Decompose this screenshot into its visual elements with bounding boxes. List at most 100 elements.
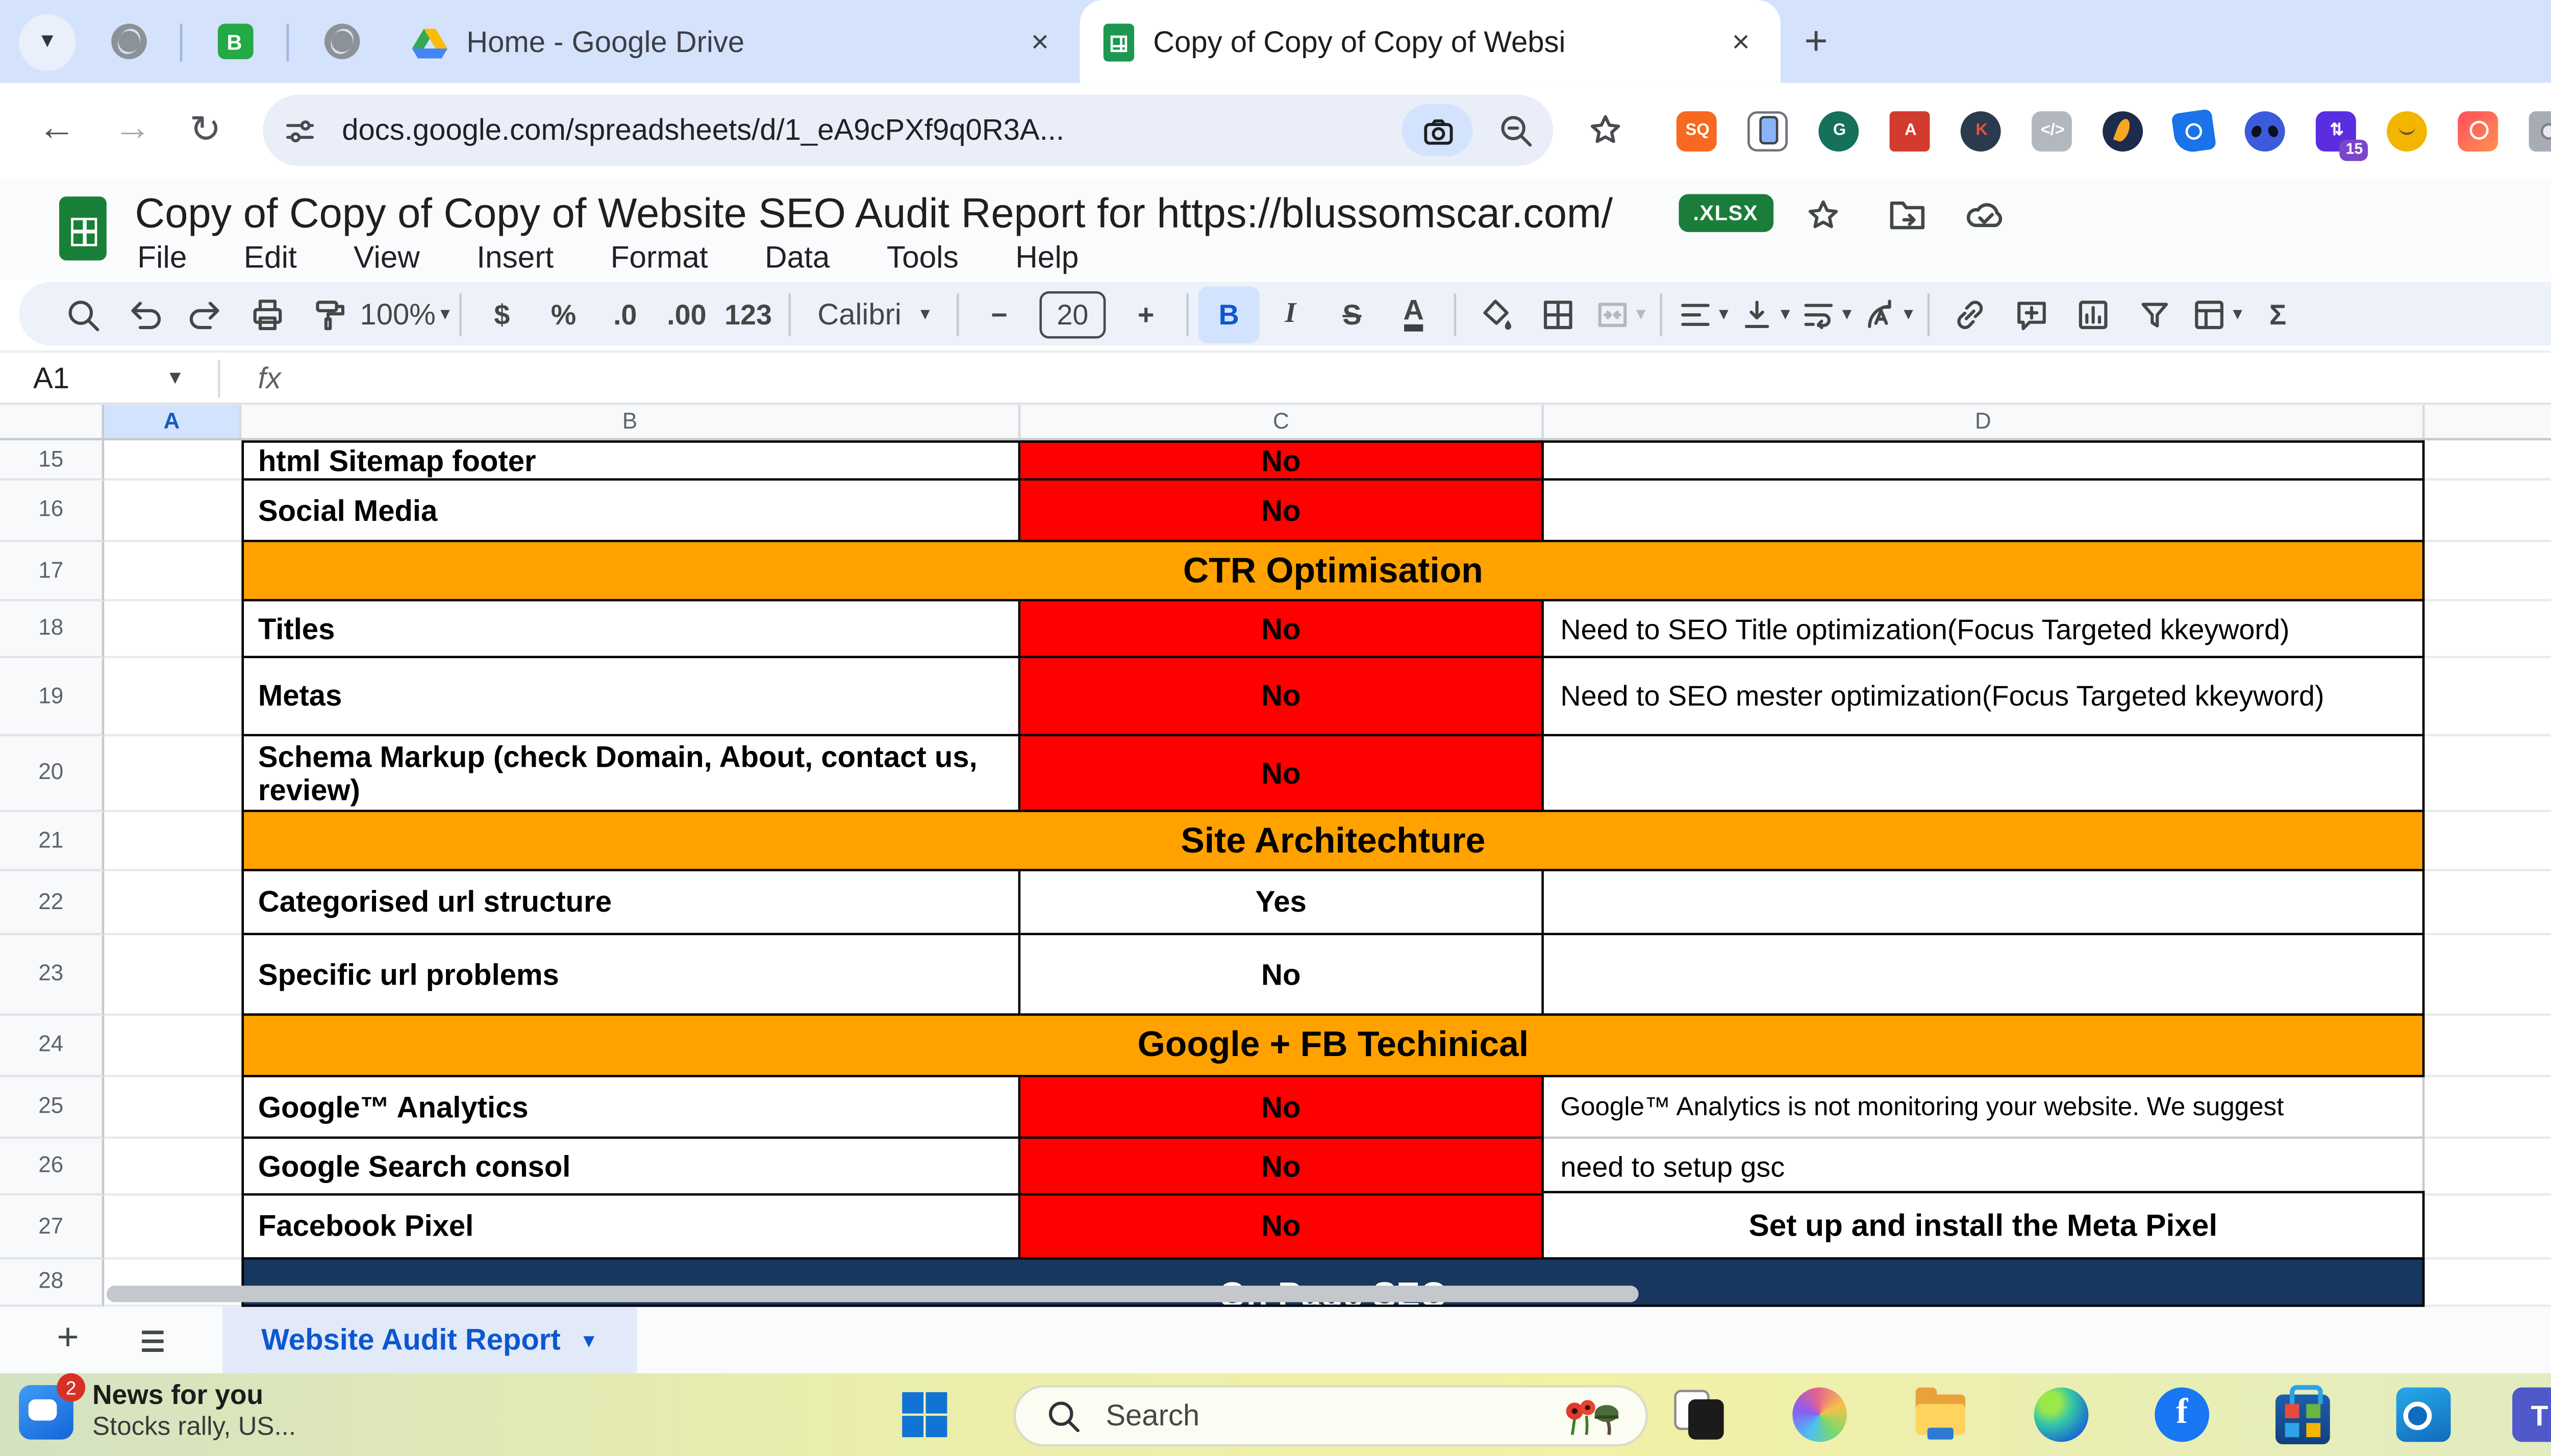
cell-D16[interactable] [1544, 481, 2424, 542]
column-header-B[interactable]: B [241, 405, 1020, 438]
taskbar-icon-microsoft-store[interactable] [2271, 1383, 2335, 1446]
increase-font-size-button[interactable]: + [1115, 285, 1177, 342]
extension-navy-swirl-icon[interactable] [2104, 110, 2144, 150]
cell-E18[interactable] [2424, 601, 2551, 658]
cell-A15[interactable] [104, 440, 241, 481]
section-banner-17[interactable]: CTR Optimisation [241, 542, 2424, 601]
tab-close-icon[interactable]: × [1725, 23, 1757, 59]
cell-B19[interactable]: Metas [241, 658, 1020, 736]
cell-A17[interactable] [104, 542, 241, 601]
menu-format[interactable]: Format [611, 239, 708, 275]
cell-C20[interactable]: No [1020, 736, 1544, 812]
format-percent-button[interactable]: % [533, 285, 594, 342]
cell-E24[interactable] [2424, 1016, 2551, 1077]
borders-button[interactable] [1527, 285, 1589, 342]
row-header-23[interactable]: 23 [0, 935, 104, 1016]
lens-button[interactable] [1403, 104, 1473, 156]
cell-A26[interactable] [104, 1139, 241, 1195]
bold-button[interactable]: B [1198, 285, 1260, 342]
browser-tab-spreadsheet[interactable]: Copy of Copy of Copy of Websi × [1080, 0, 1781, 83]
column-header-A[interactable]: A [104, 405, 241, 438]
cell-B18[interactable]: Titles [241, 601, 1020, 658]
cell-E25[interactable] [2424, 1077, 2551, 1139]
row-header-22[interactable]: 22 [0, 871, 104, 935]
tab-search-button[interactable]: ▾ [19, 13, 76, 70]
menu-view[interactable]: View [354, 239, 420, 275]
cell-C19[interactable]: No [1020, 658, 1544, 736]
row-header-16[interactable]: 16 [0, 481, 104, 542]
cell-C16[interactable]: No [1020, 481, 1544, 542]
menu-help[interactable]: Help [1015, 239, 1079, 275]
taskbar-icon-copilot[interactable] [1788, 1383, 1852, 1446]
widgets-button[interactable]: 2 News for you Stocks rally, US... [19, 1380, 296, 1444]
insert-chart-button[interactable] [2062, 285, 2124, 342]
cell-C26[interactable]: No [1020, 1139, 1544, 1195]
insert-link-button[interactable] [1939, 285, 2001, 342]
extension-alien-icon[interactable] [2246, 110, 2286, 150]
add-sheet-button[interactable]: + [57, 1319, 79, 1362]
row-header-27[interactable]: 27 [0, 1196, 104, 1260]
sheet-tab-menu-icon[interactable]: ▼ [580, 1329, 598, 1351]
cell-B22[interactable]: Categorised url structure [241, 871, 1020, 935]
row-header-21[interactable]: 21 [0, 812, 104, 871]
row-header-26[interactable]: 26 [0, 1139, 104, 1195]
undo-button[interactable] [114, 285, 176, 342]
extension-grey-camera-icon[interactable] [2530, 110, 2551, 150]
vertical-align-button[interactable]: ▾ [1733, 285, 1795, 342]
name-box-dropdown-icon[interactable]: ▼ [166, 367, 185, 388]
pinned-tab-globe-icon[interactable] [109, 22, 146, 60]
menu-file[interactable]: File [137, 239, 187, 275]
pinned-tab-green-app-icon[interactable]: B [215, 22, 253, 60]
cell-A20[interactable] [104, 736, 241, 812]
section-banner-21[interactable]: Site Architechture [241, 812, 2424, 871]
start-button[interactable] [902, 1392, 947, 1437]
cell-A27[interactable] [104, 1196, 241, 1260]
cell-C25[interactable]: No [1020, 1077, 1544, 1139]
more-formats-button[interactable]: 123 [717, 285, 779, 342]
table-button[interactable]: ▾ [2186, 285, 2247, 342]
document-title[interactable]: Copy of Copy of Copy of Website SEO Audi… [135, 189, 1613, 239]
url-text[interactable]: docs.google.com/spreadsheets/d/1_eA9cPXf… [342, 114, 1403, 147]
taskbar-icon-edge[interactable] [2029, 1383, 2093, 1446]
pinned-tab-globe-icon[interactable] [322, 22, 360, 60]
cell-B20[interactable]: Schema Markup (check Domain, About, cont… [241, 736, 1020, 812]
merge-cells-button[interactable]: ▾ [1589, 285, 1650, 342]
cell-A16[interactable] [104, 481, 241, 542]
taskbar-icon-outlook[interactable] [2391, 1383, 2455, 1446]
cell-E21[interactable] [2424, 812, 2551, 871]
sheet-tab-active[interactable]: Website Audit Report▼ [223, 1307, 636, 1373]
cell-E15[interactable] [2424, 440, 2551, 481]
cell-B16[interactable]: Social Media [241, 481, 1020, 542]
functions-button[interactable]: Σ [2247, 285, 2309, 342]
taskbar-icon-teams[interactable]: T [2512, 1388, 2551, 1442]
row-header-19[interactable]: 19 [0, 658, 104, 736]
font-select[interactable]: Calibri▾ [801, 285, 947, 342]
cell-E20[interactable] [2424, 736, 2551, 812]
move-folder-button[interactable] [1887, 196, 1928, 232]
cell-A24[interactable] [104, 1016, 241, 1077]
create-filter-button[interactable] [2124, 285, 2186, 342]
redo-button[interactable] [175, 285, 237, 342]
extension-camera-search-icon[interactable] [2459, 110, 2499, 150]
cell-C15[interactable]: No [1020, 440, 1544, 481]
text-color-button[interactable]: A [1383, 285, 1444, 342]
omnibox[interactable]: docs.google.com/spreadsheets/d/1_eA9cPXf… [264, 95, 1554, 166]
select-all-corner[interactable] [0, 405, 104, 438]
strikethrough-button[interactable]: S [1321, 285, 1383, 342]
menu-edit[interactable]: Edit [244, 239, 297, 275]
extension-blue-tag-icon[interactable] [2172, 108, 2217, 153]
site-info-icon[interactable] [283, 112, 318, 148]
section-banner-24[interactable]: Google + FB Techinical [241, 1016, 2424, 1077]
row-header-25[interactable]: 25 [0, 1077, 104, 1139]
print-button[interactable] [237, 285, 298, 342]
tab-close-icon[interactable]: × [1024, 23, 1056, 59]
text-wrap-button[interactable]: ▾ [1795, 285, 1857, 342]
cell-D22[interactable] [1544, 871, 2424, 935]
name-box[interactable]: A1 [0, 361, 166, 394]
cell-E27[interactable] [2424, 1196, 2551, 1260]
bookmark-star-button[interactable] [1587, 111, 1625, 149]
cell-A18[interactable] [104, 601, 241, 658]
horizontal-align-button[interactable]: ▾ [1672, 285, 1734, 342]
row-header-15[interactable]: 15 [0, 440, 104, 481]
row-header-24[interactable]: 24 [0, 1016, 104, 1077]
